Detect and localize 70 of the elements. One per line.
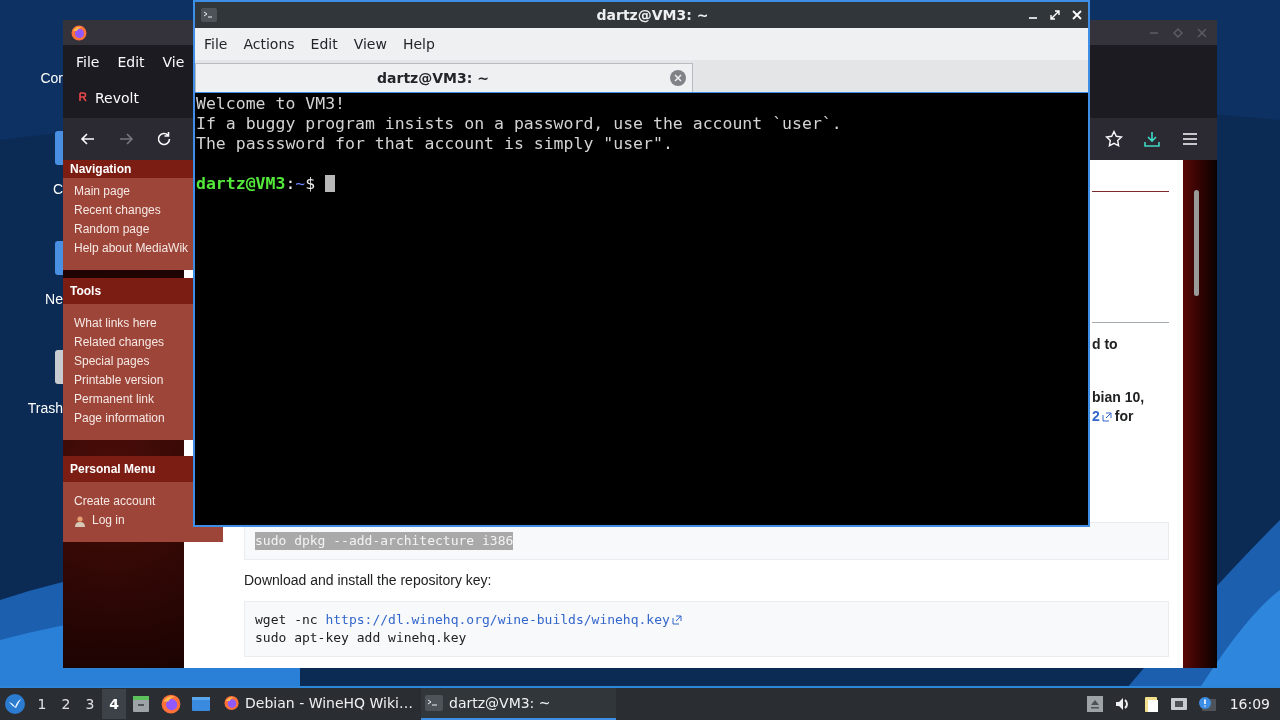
- text-fragment: bian 10,: [1092, 388, 1146, 407]
- text-fragment: d to: [1092, 335, 1119, 354]
- code-text: sudo dpkg --add-architecture i386: [255, 532, 514, 550]
- desktop-switcher-button[interactable]: 1: [30, 689, 54, 719]
- scrollbar-thumb[interactable]: [1194, 190, 1199, 296]
- browser-tab[interactable]: Revolt: [69, 81, 149, 115]
- taskbar-task[interactable]: Debian - WineHQ Wiki…: [220, 688, 417, 720]
- taskbar-task[interactable]: dartz@VM3: ~: [421, 688, 616, 720]
- person-icon: [74, 514, 86, 527]
- sidebar-link[interactable]: Permanent link: [74, 390, 155, 409]
- desktop-icon-label[interactable]: C: [52, 181, 63, 197]
- code-text: wget -nc: [255, 611, 319, 629]
- prompt-symbol: $: [305, 174, 317, 193]
- terminal-line: Welcome to VM3!: [196, 94, 346, 114]
- sidebar-link[interactable]: Printable version: [74, 371, 164, 390]
- menu-item[interactable]: File: [67, 53, 109, 70]
- code-text: sudo apt-key add winehq.key: [255, 629, 467, 647]
- sidebar-link[interactable]: Page information: [74, 409, 165, 428]
- desktop-switcher-button[interactable]: 2: [54, 689, 78, 719]
- sidebar-link[interactable]: Help about MediaWik: [74, 239, 189, 258]
- terminal-icon: [425, 695, 443, 711]
- prompt-path: ~: [295, 174, 306, 193]
- notification-icon[interactable]: [1197, 695, 1216, 713]
- prompt-separator: :: [285, 174, 296, 193]
- sidebar-link[interactable]: Create account: [74, 492, 156, 511]
- external-link-icon: [671, 615, 682, 625]
- menu-item[interactable]: Edit: [302, 36, 346, 52]
- menu-item[interactable]: View: [345, 36, 395, 52]
- window-icon[interactable]: [191, 694, 211, 714]
- terminal-icon: [201, 8, 217, 22]
- sidebar-link[interactable]: Special pages: [74, 352, 150, 371]
- menu-item[interactable]: Help: [394, 36, 443, 52]
- terminal-tab[interactable]: dartz@VM3: ~: [195, 63, 693, 92]
- firefox-icon: [224, 694, 240, 712]
- external-link-icon: [1101, 411, 1112, 422]
- text-fragment: for: [1114, 407, 1134, 426]
- desktop-icon-label[interactable]: Trash: [27, 400, 63, 416]
- sidebar-link[interactable]: What links here: [74, 314, 157, 333]
- network-icon[interactable]: [1169, 695, 1188, 713]
- desktop-switcher-button[interactable]: 3: [78, 689, 102, 719]
- firefox-icon[interactable]: [161, 694, 181, 714]
- menu-item[interactable]: Edit: [108, 53, 154, 70]
- letter-mark-icon: [79, 91, 87, 102]
- text-cursor: [325, 175, 336, 192]
- desktop-icon-label[interactable]: Ne: [45, 291, 63, 307]
- link[interactable]: 2: [1092, 407, 1112, 426]
- paragraph: Download and install the repository key:: [244, 571, 493, 589]
- terminal-line: The passsword for that account is simply "user".: [196, 134, 674, 154]
- sidebar-link[interactable]: Log in: [92, 511, 125, 530]
- menu-icon[interactable]: [1181, 130, 1199, 148]
- firefox-icon: [71, 24, 87, 41]
- menu-item[interactable]: Actions: [235, 36, 303, 52]
- file-cabinet-icon[interactable]: [131, 694, 151, 714]
- desktop-switcher-button[interactable]: 4: [102, 689, 126, 719]
- close-tab-icon[interactable]: [670, 70, 686, 86]
- clock[interactable]: 16:09: [1229, 696, 1270, 712]
- sidebar-link[interactable]: Recent changes: [74, 201, 161, 220]
- sidebar-link[interactable]: Random page: [74, 220, 150, 239]
- terminal-line: If a buggy program insists on a password, use the account `user`.: [196, 114, 843, 134]
- menu-item[interactable]: Vie: [153, 53, 194, 70]
- sidebar-link[interactable]: Related changes: [74, 333, 165, 352]
- link[interactable]: https://dl.winehq.org/wine-builds/winehq.key: [325, 611, 682, 629]
- window-title: dartz@VM3: ~: [595, 7, 710, 23]
- sidebar-link[interactable]: Main page: [74, 182, 131, 201]
- menu-item[interactable]: File: [196, 36, 236, 52]
- download-icon[interactable]: [1143, 130, 1161, 148]
- desktop-icon-label[interactable]: Cor: [40, 70, 63, 86]
- eject-icon[interactable]: [1085, 695, 1104, 713]
- star-icon[interactable]: [1105, 130, 1123, 148]
- reload-icon[interactable]: [155, 130, 173, 148]
